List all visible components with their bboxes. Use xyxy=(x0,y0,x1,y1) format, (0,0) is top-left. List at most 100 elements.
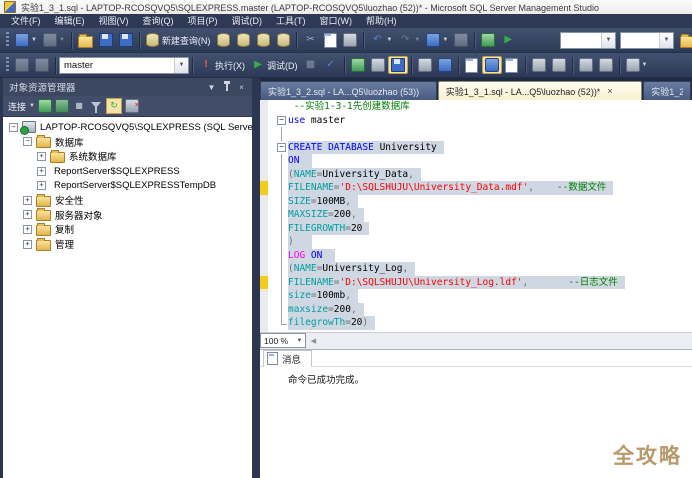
tab-messages[interactable]: 消息 xyxy=(263,350,313,367)
tree-item[interactable]: + ReportServer$SQLEXPRESSTempDB xyxy=(3,178,252,193)
toolbar-combo-2[interactable]: ▼ xyxy=(620,31,674,49)
chevron-down-icon[interactable]: ▼ xyxy=(29,103,35,109)
delete-icon[interactable]: × xyxy=(124,99,139,113)
connect-button[interactable]: 连接 xyxy=(8,100,26,113)
expand-icon[interactable]: + xyxy=(23,195,32,205)
tree-item[interactable]: + 系统数据库 xyxy=(3,149,252,164)
toolbar-button-new-query[interactable]: 新建查询(N) xyxy=(143,31,214,49)
toolbar-button-increase-indent[interactable] xyxy=(596,56,616,74)
collapse-icon[interactable]: − xyxy=(23,137,32,147)
toolbar-button-query-options[interactable] xyxy=(368,56,388,74)
menu-item[interactable]: 查询(Q) xyxy=(136,14,181,28)
toolbar-button-open-file[interactable] xyxy=(75,31,96,50)
toolbar-button-save-all[interactable] xyxy=(116,31,136,51)
chevron-down-icon[interactable]: ▼ xyxy=(414,37,420,43)
expand-icon[interactable]: + xyxy=(23,239,32,249)
code-line[interactable] xyxy=(260,127,692,141)
code-line[interactable]: maxsize=200, xyxy=(260,302,692,316)
menu-item[interactable]: 工具(T) xyxy=(269,14,313,28)
toolbar-button-display-estimated-plan[interactable] xyxy=(348,56,368,74)
toolbar-button-navigate-forward[interactable] xyxy=(451,31,471,49)
menu-item[interactable]: 项目(P) xyxy=(181,14,225,28)
toolbar-button-analysis-services-dmx-query[interactable] xyxy=(253,31,273,49)
code-line[interactable]: ON xyxy=(260,154,692,168)
menu-item[interactable]: 文件(F) xyxy=(4,14,48,28)
toolbar-button-analysis-services-xmla-query[interactable] xyxy=(273,31,293,49)
toolbar-button-debug[interactable]: ▶ 调试(D) xyxy=(248,56,301,74)
toolbar-button-stop[interactable]: ■ xyxy=(301,56,321,74)
code-line[interactable]: FILENAME='D:\SQLSHUJU\University_Data.md… xyxy=(260,181,692,195)
code-line[interactable]: LOG ON xyxy=(260,248,692,262)
code-line[interactable]: ) xyxy=(260,235,692,249)
document-tab[interactable]: 实验1_2.s xyxy=(643,81,691,100)
zoom-combo[interactable]: 100 % ▼ xyxy=(260,333,306,348)
toolbar-button-save[interactable] xyxy=(96,31,116,49)
toolbar-button-clipped[interactable] xyxy=(677,31,692,50)
chevron-down-icon[interactable]: ▼ xyxy=(59,37,65,43)
expand-icon[interactable]: + xyxy=(37,166,46,176)
toolbar-button-available-database-1[interactable] xyxy=(12,56,32,74)
disconnect-icon[interactable] xyxy=(54,99,69,113)
close-icon[interactable]: × xyxy=(607,86,612,96)
toolbar-button-navigate-backward[interactable]: ▼ xyxy=(423,31,451,49)
code-line[interactable]: FILEGROWTH=20 xyxy=(260,221,692,235)
toolbar-button-analysis-services-mdx-query[interactable] xyxy=(233,31,253,49)
code-line[interactable]: (NAME=University_Data, xyxy=(260,167,692,181)
toolbar-button-intellisense-enabled[interactable] xyxy=(387,56,408,74)
collapse-region-icon[interactable]: − xyxy=(277,115,286,125)
toolbar-button-results-to-grid[interactable] xyxy=(481,56,502,74)
tree-item[interactable]: + ReportServer$SQLEXPRESS xyxy=(3,164,252,179)
filter-icon[interactable] xyxy=(89,99,103,113)
toolbar-button-new-connection[interactable]: ▼ xyxy=(12,31,40,49)
expand-icon[interactable]: + xyxy=(37,181,46,191)
tree-item[interactable]: − LAPTOP-RCOSQVQ5\SQLEXPRESS (SQL Server … xyxy=(3,120,252,135)
expand-icon[interactable]: + xyxy=(23,224,32,234)
toolbar-button-specify-template-parameters[interactable]: ▼ xyxy=(623,56,651,74)
chevron-down-icon[interactable]: ▼ xyxy=(294,338,305,344)
toolbar-button-results-to-text[interactable] xyxy=(462,56,482,74)
tree-item[interactable]: − 数据库 xyxy=(3,135,252,150)
code-line[interactable]: − use master xyxy=(260,113,692,127)
menu-item[interactable]: 窗口(W) xyxy=(313,14,360,28)
refresh-icon[interactable]: ↻ xyxy=(105,98,122,114)
code-line[interactable]: − CREATE DATABASE University xyxy=(260,140,692,154)
toolbar-button-execute[interactable]: ! 执行(X) xyxy=(196,56,248,74)
chevron-down-icon[interactable]: ▼ xyxy=(601,32,615,48)
chevron-down-icon[interactable]: ▼ xyxy=(659,32,673,48)
connect-icon[interactable] xyxy=(37,99,52,113)
collapse-region-icon[interactable]: − xyxy=(277,142,286,152)
toolbar-button-comment-selection[interactable] xyxy=(529,56,549,74)
chevron-down-icon[interactable]: ▼ xyxy=(642,62,648,68)
toolbar-button-available-database-2[interactable] xyxy=(32,56,52,74)
menu-item[interactable]: 视图(V) xyxy=(92,14,136,28)
expand-icon[interactable]: + xyxy=(37,151,46,161)
code-line[interactable]: --实验1-3-1先创建数据库 xyxy=(260,100,692,114)
chevron-down-icon[interactable]: ▼ xyxy=(386,37,392,43)
code-line[interactable]: size=100mb, xyxy=(260,289,692,303)
toolbar-button-paste[interactable] xyxy=(340,31,360,49)
toolbar-button-uncomment-selection[interactable] xyxy=(549,56,569,74)
toolbar-button-start[interactable]: ▶ xyxy=(498,31,518,49)
toolbar-button-cut[interactable]: ✂ xyxy=(300,31,320,49)
window-position-icon[interactable]: ▼ xyxy=(205,81,218,94)
toolbar-button-parse[interactable]: ✓ xyxy=(321,56,341,74)
menu-item[interactable]: 帮助(H) xyxy=(359,14,404,28)
chevron-down-icon[interactable]: ▼ xyxy=(442,37,448,43)
toolbar-button-results-to-file[interactable] xyxy=(502,56,522,74)
tree-item[interactable]: + 复制 xyxy=(3,222,252,237)
tree-item[interactable]: + 安全性 xyxy=(3,193,252,208)
close-icon[interactable]: × xyxy=(235,81,248,94)
code-line[interactable]: SIZE=100MB, xyxy=(260,194,692,208)
toolbar-button-activity-monitor[interactable] xyxy=(478,31,498,49)
toolbar-button-copy[interactable] xyxy=(320,31,340,49)
code-line[interactable]: (NAME=University_Log, xyxy=(260,262,692,276)
toolbar-button-undo[interactable]: ↶ ▼ xyxy=(367,31,395,49)
collapse-icon[interactable]: − xyxy=(9,122,18,132)
document-tab[interactable]: 实验1_3_1.sql - LA...Q5\luozhao (52))* × xyxy=(437,81,643,100)
toolbar-combo-1[interactable]: ▼ xyxy=(560,31,616,49)
toolbar-button-client-statistics[interactable] xyxy=(435,56,455,74)
expand-icon[interactable]: + xyxy=(23,210,32,220)
toolbar-button-add-item[interactable]: ▼ xyxy=(40,31,68,49)
scroll-left-icon[interactable]: ◀ xyxy=(306,337,321,345)
code-editor[interactable]: --实验1-3-1先创建数据库 − use master − CREATE DATABA… xyxy=(260,100,692,332)
